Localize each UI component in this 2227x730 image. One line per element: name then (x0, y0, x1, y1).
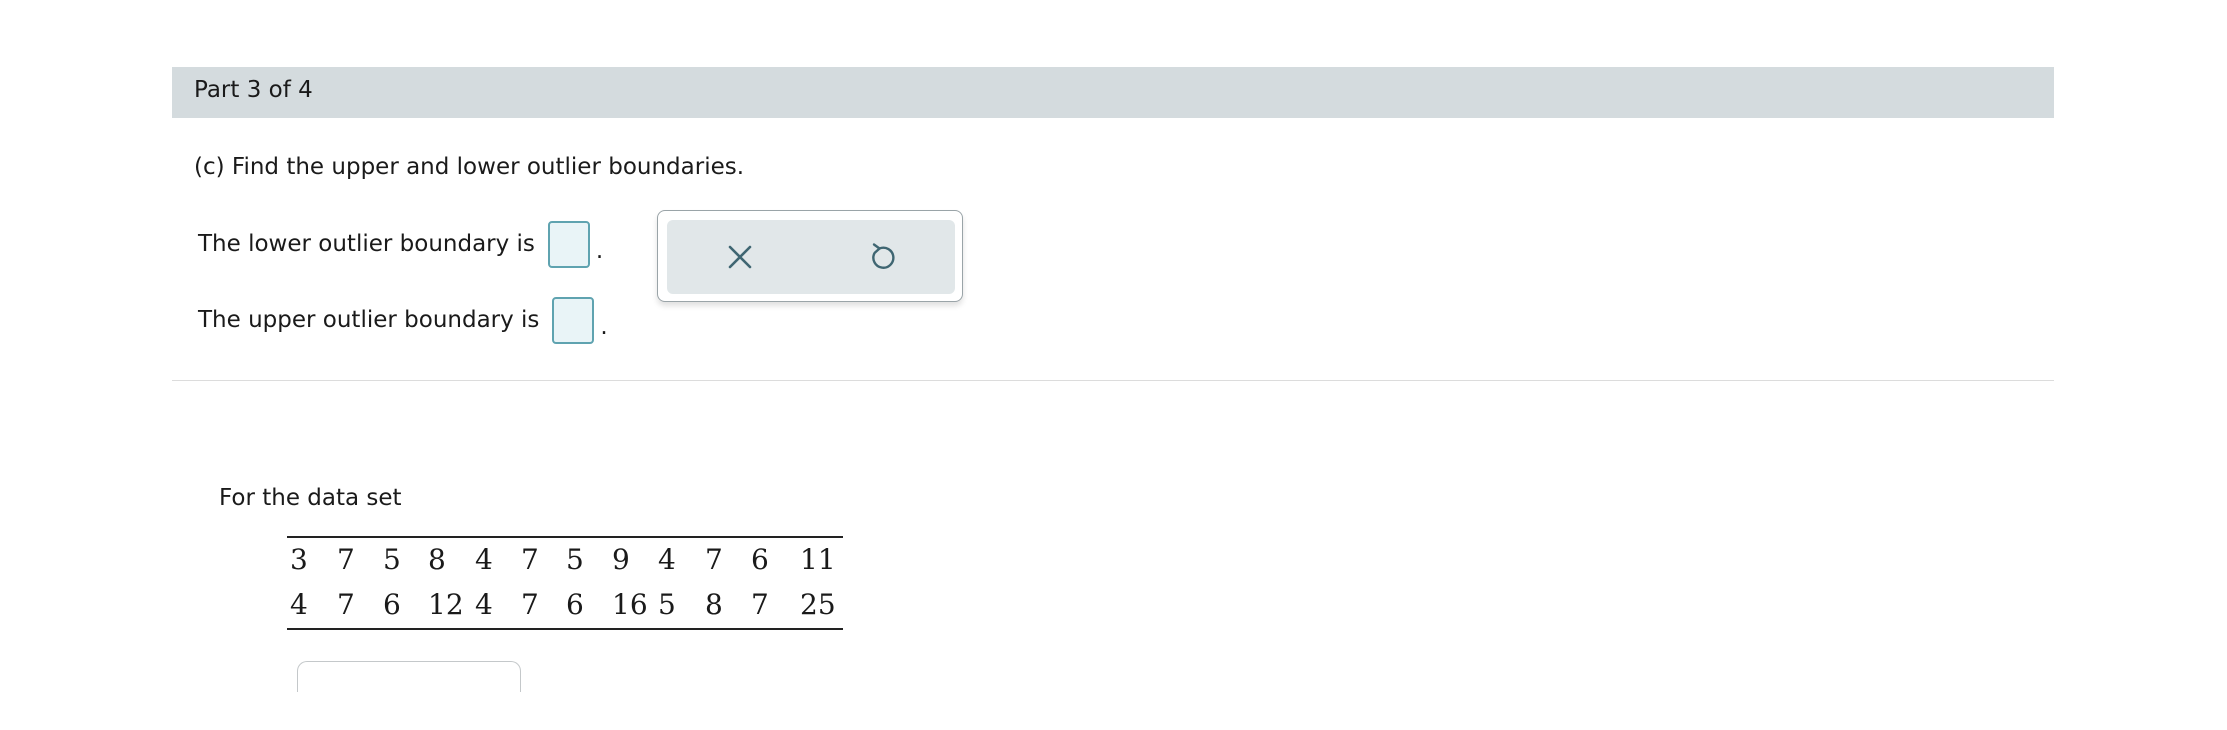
data-cell: 7 (521, 543, 539, 576)
tool-bar (667, 220, 955, 294)
data-cell: 4 (475, 588, 493, 621)
data-cell: 3 (290, 543, 308, 576)
lower-boundary-row: The lower outlier boundary is . (198, 221, 603, 268)
data-cell: 9 (612, 543, 630, 576)
lower-boundary-input[interactable] (547, 221, 590, 268)
data-cell: 7 (337, 588, 355, 621)
data-cell: 4 (290, 588, 308, 621)
undo-icon (872, 243, 895, 269)
data-cell: 12 (428, 588, 464, 621)
data-cell: 6 (751, 543, 769, 576)
data-cell: 6 (383, 588, 401, 621)
undo-button[interactable] (860, 234, 906, 280)
upper-period: . (600, 314, 608, 340)
lower-boundary-label: The lower outlier boundary is (198, 231, 535, 257)
data-cell: 5 (566, 543, 584, 576)
data-cell: 7 (751, 588, 769, 621)
data-cell: 11 (800, 543, 836, 576)
data-row-1: 3 7 5 8 4 7 5 9 4 7 6 11 (287, 538, 843, 583)
data-cell: 25 (800, 588, 836, 621)
data-cell: 16 (612, 588, 648, 621)
upper-boundary-input[interactable] (552, 297, 595, 344)
data-cell: 5 (383, 543, 401, 576)
data-cell: 8 (705, 588, 723, 621)
data-row-2: 4 7 6 12 4 7 6 16 5 8 7 25 (287, 583, 843, 628)
data-cell: 5 (658, 588, 676, 621)
x-icon (728, 245, 752, 269)
data-set-intro: For the data set (219, 485, 402, 511)
data-cell: 7 (337, 543, 355, 576)
part-label: Part 3 of 4 (194, 77, 313, 103)
upper-boundary-row: The upper outlier boundary is . (198, 297, 608, 344)
data-table: 3 7 5 8 4 7 5 9 4 7 6 11 4 7 6 12 4 7 6 … (287, 536, 843, 630)
data-cell: 7 (705, 543, 723, 576)
data-cell: 4 (658, 543, 676, 576)
answer-tool-panel (657, 210, 963, 302)
upper-boundary-label: The upper outlier boundary is (198, 307, 540, 333)
data-cell: 8 (428, 543, 446, 576)
lower-period: . (595, 238, 604, 264)
part-header: Part 3 of 4 (172, 67, 2054, 118)
section-divider (172, 380, 2054, 381)
data-cell: 7 (521, 588, 539, 621)
clear-button[interactable] (717, 234, 763, 280)
partially-visible-button[interactable] (297, 661, 521, 692)
data-cell: 4 (475, 543, 493, 576)
question-text: (c) Find the upper and lower outlier bou… (194, 154, 745, 180)
data-cell: 6 (566, 588, 584, 621)
